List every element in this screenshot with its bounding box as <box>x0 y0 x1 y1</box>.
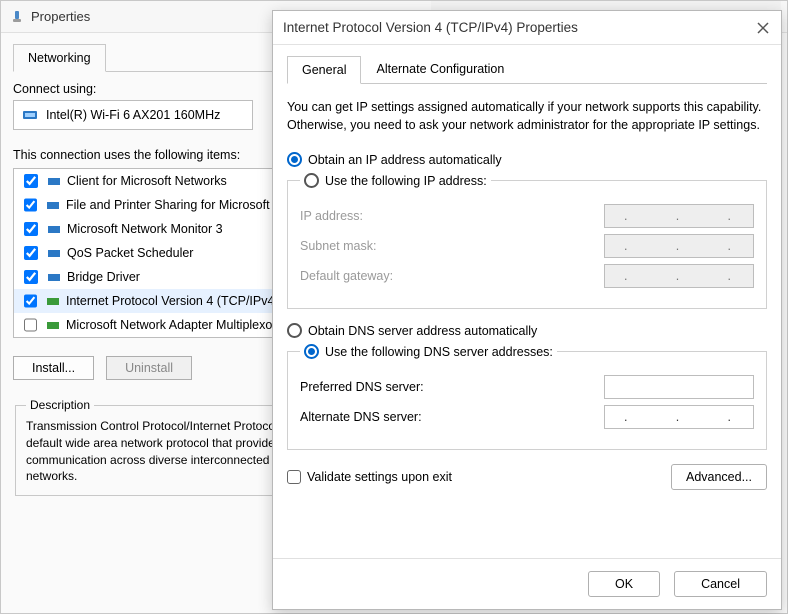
component-checkbox[interactable] <box>24 294 37 308</box>
component-checkbox[interactable] <box>24 318 37 332</box>
subnet-mask-input <box>604 234 754 258</box>
ipv4-icon <box>46 295 60 307</box>
bridge-icon <box>47 271 61 283</box>
install-button[interactable]: Install... <box>13 356 94 380</box>
radio-label: Obtain DNS server address automatically <box>308 324 537 338</box>
dns-manual-group: Use the following DNS server addresses: … <box>287 344 767 450</box>
radio-label: Use the following DNS server addresses: <box>325 345 553 359</box>
adapter-titlebar-icon <box>9 9 25 25</box>
preferred-dns-label: Preferred DNS server: <box>300 380 424 394</box>
list-item[interactable]: Microsoft Network Monitor 3 <box>14 217 282 241</box>
qos-icon <box>47 247 61 259</box>
list-item[interactable]: Internet Protocol Version 4 (TCP/IPv4) <box>14 289 282 313</box>
component-checkbox[interactable] <box>24 270 38 284</box>
list-item-label: Microsoft Network Monitor 3 <box>67 222 223 236</box>
cancel-button[interactable]: Cancel <box>674 571 767 597</box>
radio-dns-auto[interactable]: Obtain DNS server address automatically <box>287 323 767 338</box>
component-checkbox[interactable] <box>24 174 38 188</box>
dialog-tabs: General Alternate Configuration <box>287 55 767 84</box>
component-checkbox[interactable] <box>24 222 38 236</box>
list-item-label: Microsoft Network Adapter Multiplexor Pr… <box>66 318 283 332</box>
dialog-titlebar: Internet Protocol Version 4 (TCP/IPv4) P… <box>273 11 781 45</box>
radio-label: Use the following IP address: <box>325 174 487 188</box>
validate-checkbox[interactable] <box>287 470 301 484</box>
ip-manual-group: Use the following IP address: IP address… <box>287 173 767 309</box>
list-item[interactable]: Microsoft Network Adapter Multiplexor Pr… <box>14 313 282 337</box>
radio-ip-auto[interactable]: Obtain an IP address automatically <box>287 152 767 167</box>
file-sharing-icon <box>46 199 60 211</box>
description-legend: Description <box>26 398 94 412</box>
components-listbox[interactable]: Client for Microsoft Networks File and P… <box>13 168 283 338</box>
validate-label: Validate settings upon exit <box>307 470 452 484</box>
list-item-label: QoS Packet Scheduler <box>67 246 193 260</box>
tab-general[interactable]: General <box>287 56 361 84</box>
ip-address-label: IP address: <box>300 209 363 223</box>
default-gateway-label: Default gateway: <box>300 269 393 283</box>
tab-networking[interactable]: Networking <box>13 44 106 72</box>
list-item-label: Client for Microsoft Networks <box>67 174 227 188</box>
advanced-button[interactable]: Advanced... <box>671 464 767 490</box>
description-text: Transmission Control Protocol/Internet P… <box>26 418 314 485</box>
list-item[interactable]: File and Printer Sharing for Microsoft N… <box>14 193 282 217</box>
preferred-dns-input[interactable] <box>604 375 754 399</box>
dialog-bottom-row: Validate settings upon exit Advanced... <box>287 464 767 490</box>
radio-icon <box>287 323 302 338</box>
ip-address-input <box>604 204 754 228</box>
list-item-label: Internet Protocol Version 4 (TCP/IPv4) <box>66 294 279 308</box>
adapter-name-box[interactable]: Intel(R) Wi-Fi 6 AX201 160MHz <box>13 100 253 130</box>
network-client-icon <box>47 175 61 187</box>
radio-dns-manual[interactable] <box>304 344 319 359</box>
dialog-title: Internet Protocol Version 4 (TCP/IPv4) P… <box>283 20 578 35</box>
monitor-icon <box>47 223 61 235</box>
radio-ip-manual[interactable] <box>304 173 319 188</box>
dialog-body: General Alternate Configuration You can … <box>273 45 781 558</box>
ok-button[interactable]: OK <box>588 571 660 597</box>
adapter-name-text: Intel(R) Wi-Fi 6 AX201 160MHz <box>46 108 220 122</box>
default-gateway-input <box>604 264 754 288</box>
list-item[interactable]: Client for Microsoft Networks <box>14 169 282 193</box>
list-item-label: Bridge Driver <box>67 270 140 284</box>
close-icon[interactable] <box>755 20 771 36</box>
ipv4-properties-dialog: Internet Protocol Version 4 (TCP/IPv4) P… <box>272 10 782 610</box>
subnet-mask-label: Subnet mask: <box>300 239 376 253</box>
radio-icon <box>287 152 302 167</box>
alternate-dns-label: Alternate DNS server: <box>300 410 422 424</box>
list-item-label: File and Printer Sharing for Microsoft N… <box>66 198 283 212</box>
radio-label: Obtain an IP address automatically <box>308 153 502 167</box>
uninstall-button: Uninstall <box>106 356 192 380</box>
list-item[interactable]: Bridge Driver <box>14 265 282 289</box>
multiplexor-icon <box>46 319 60 331</box>
component-checkbox[interactable] <box>24 246 38 260</box>
back-window-title: Properties <box>31 9 90 24</box>
dialog-footer: OK Cancel <box>273 558 781 609</box>
tab-alternate-configuration[interactable]: Alternate Configuration <box>361 55 519 83</box>
adapter-icon <box>22 109 38 121</box>
alternate-dns-input[interactable] <box>604 405 754 429</box>
validate-settings-checkbox-row[interactable]: Validate settings upon exit <box>287 470 452 484</box>
list-item[interactable]: QoS Packet Scheduler <box>14 241 282 265</box>
help-text: You can get IP settings assigned automat… <box>287 98 767 134</box>
component-checkbox[interactable] <box>24 198 37 212</box>
